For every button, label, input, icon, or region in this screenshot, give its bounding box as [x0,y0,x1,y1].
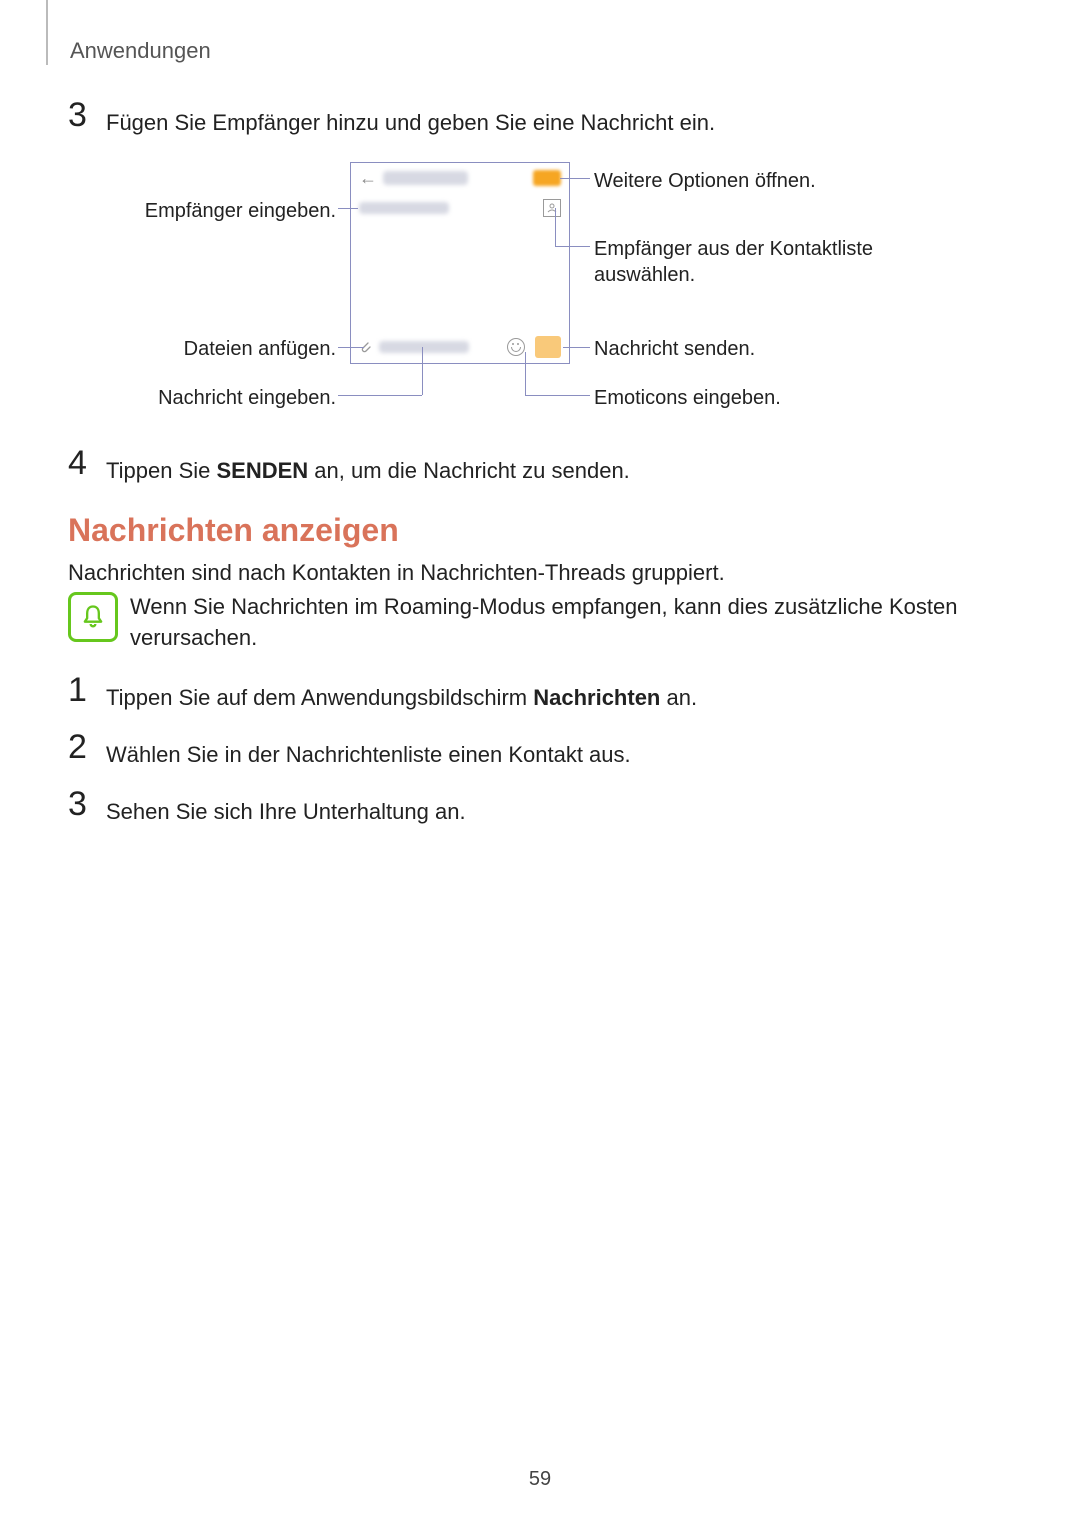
heading-view-messages: Nachrichten anzeigen [68,512,399,549]
callout-pick-contacts: Empfänger aus der Kontaktliste auswählen… [594,236,934,288]
step-4-bold: SENDEN [216,458,308,483]
intro-paragraph: Nachrichten sind nach Kontakten in Nachr… [68,558,1000,589]
callout-enter-recipients: Empfänger eingeben. [60,198,336,224]
message-compose-diagram: ← Empfänger eingeben. [0,160,1080,420]
substep-1-text: Tippen Sie auf dem Anwendungsbildschirm … [106,683,697,714]
substep-number-1: 1 [68,671,87,710]
substep-number-3: 3 [68,785,87,824]
title-placeholder [383,171,468,185]
callout-more-options: Weitere Optionen öffnen. [594,168,934,194]
recipient-placeholder [359,202,449,214]
step-4-post: an, um die Nachricht zu senden. [308,458,630,483]
callout-enter-emoticons: Emoticons eingeben. [594,385,934,411]
step-4-pre: Tippen Sie [106,458,216,483]
substep-1-pre: Tippen Sie auf dem Anwendungsbildschirm [106,685,533,710]
send-button [535,336,561,358]
input-row [351,332,569,362]
leader-line [560,178,590,179]
substep-number-2: 2 [68,728,87,767]
leader-line [555,246,590,247]
contacts-icon [543,199,561,217]
step-number-4: 4 [68,444,87,483]
leader-line [555,208,556,246]
phone-frame: ← [350,162,570,364]
callout-send-message: Nachricht senden. [594,336,934,362]
roaming-note-text: Wenn Sie Nachrichten im Roaming-Modus em… [130,592,1000,654]
callout-attach-files: Dateien anfügen. [60,336,336,362]
emoji-icon [507,338,525,356]
more-options-button [533,170,561,186]
recipient-row [351,193,569,224]
callout-enter-message: Nachricht eingeben. [60,385,336,411]
substep-1-bold: Nachrichten [533,685,660,710]
substep-3-text: Sehen Sie sich Ihre Unterhaltung an. [106,797,466,828]
leader-line [563,347,590,348]
leader-line [338,347,364,348]
substep-1-post: an. [660,685,697,710]
step-number-3: 3 [68,96,87,135]
header-rule [46,0,48,65]
message-placeholder [379,341,469,353]
bell-icon [68,592,118,642]
leader-line [525,352,526,395]
section-header: Anwendungen [70,38,211,64]
step-3-text: Fügen Sie Empfänger hinzu und geben Sie … [106,108,715,139]
page-number: 59 [0,1468,1080,1491]
substep-2-text: Wählen Sie in der Nachrichtenliste einen… [106,740,631,771]
phone-header: ← [351,163,569,193]
leader-line [525,395,590,396]
message-body-area [351,224,569,332]
leader-line [422,347,423,395]
leader-line [338,208,358,209]
back-arrow-icon: ← [359,168,377,189]
step-4-text: Tippen Sie SENDEN an, um die Nachricht z… [106,456,630,487]
leader-line [338,395,422,396]
